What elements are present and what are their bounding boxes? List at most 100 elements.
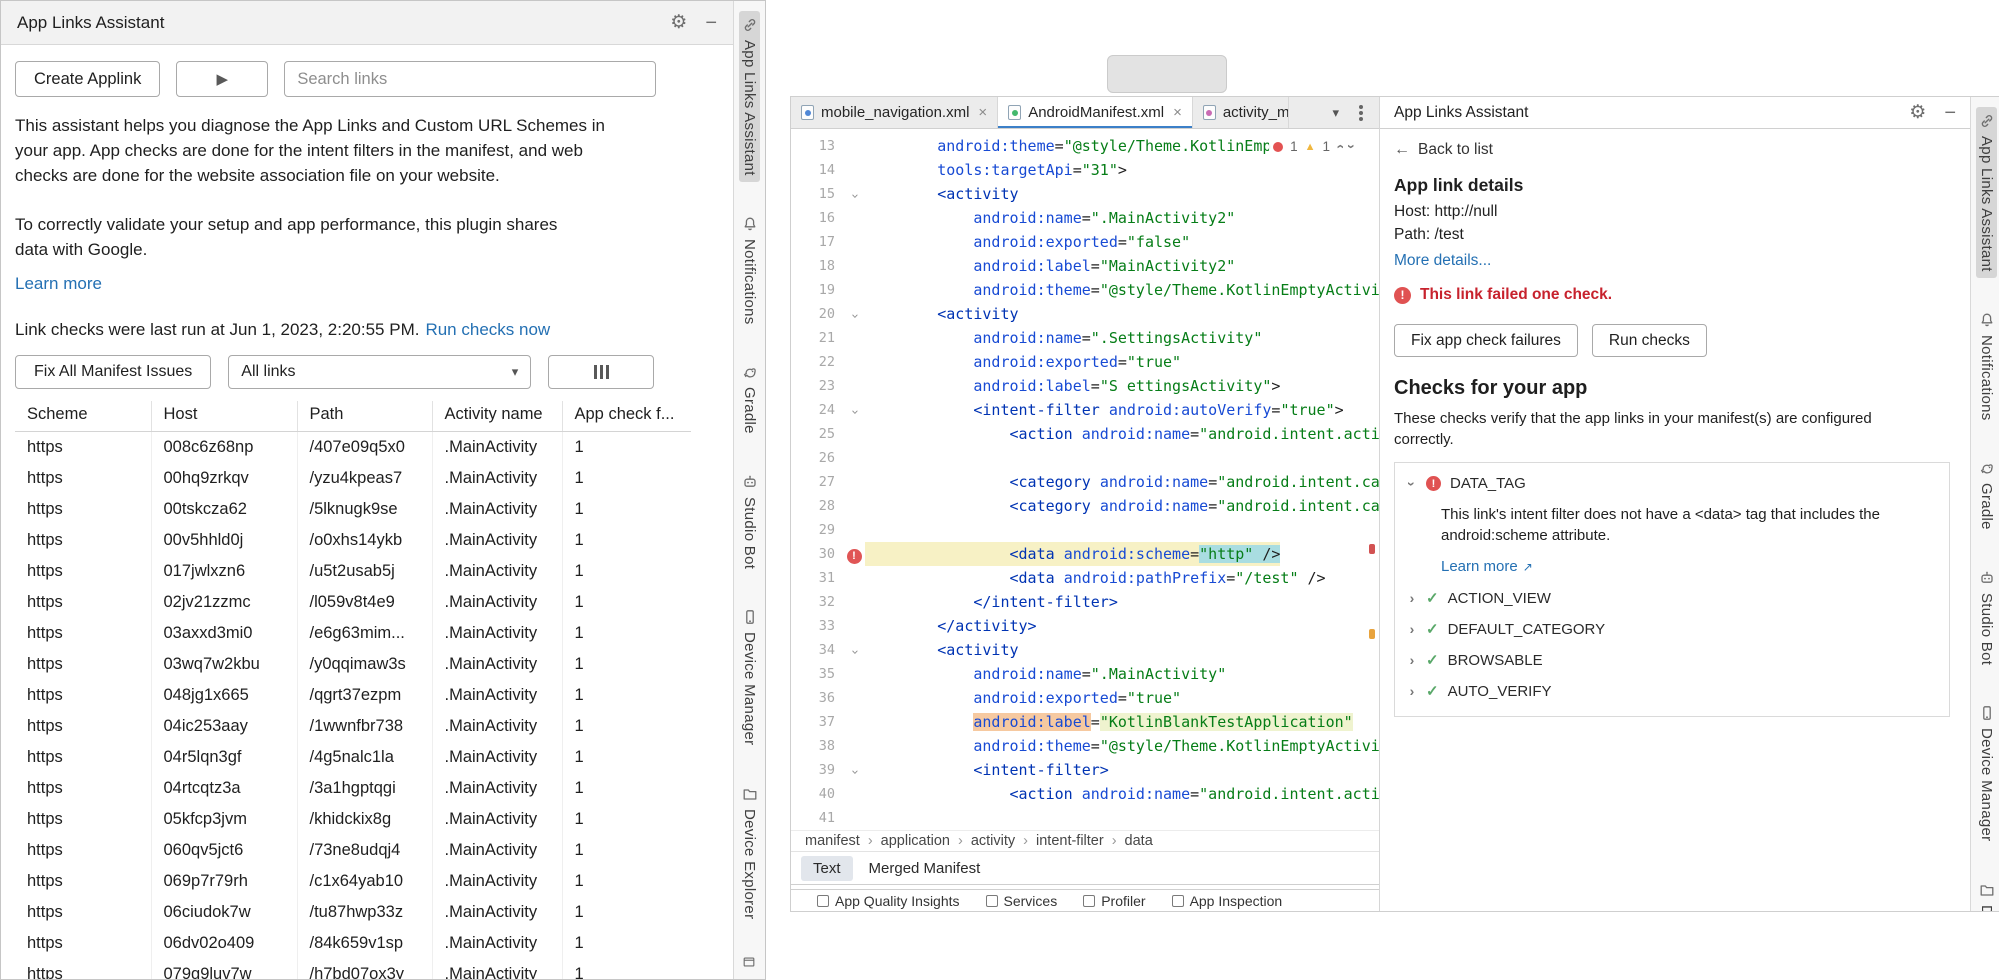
code-line[interactable]: 34› <activity <box>791 638 1379 662</box>
code-line[interactable]: 24› <intent-filter android:autoVerify="t… <box>791 398 1379 422</box>
check-item[interactable]: ›✓DEFAULT_CATEGORY <box>1407 620 1937 638</box>
links-filter-dropdown[interactable]: All links ▾ <box>228 355 531 389</box>
run-link-button[interactable]: ▶ <box>176 61 268 97</box>
fold-icon[interactable]: › <box>842 408 866 416</box>
breadcrumb-item[interactable]: intent-filter <box>1036 833 1104 849</box>
code-line[interactable]: 27 <category android:name="android.inten… <box>791 470 1379 494</box>
learn-more-link[interactable]: Learn more <box>15 274 102 294</box>
tool-strip-item[interactable]: Studio Bot <box>739 468 760 575</box>
panel-settings-gear-icon[interactable]: ⚙ <box>1909 103 1926 122</box>
table-row[interactable]: https06ciudok7w/tu87hwp33z.MainActivity1 <box>15 897 691 928</box>
table-row[interactable]: https04rtcqtz3a/3a1hgptqgi.MainActivity1 <box>15 773 691 804</box>
warning-stripe-mark[interactable] <box>1369 629 1375 639</box>
table-row[interactable]: https060qv5jct6/73ne8udqj4.MainActivity1 <box>15 835 691 866</box>
more-details-link[interactable]: More details... <box>1394 252 1491 270</box>
breadcrumb-item[interactable]: activity <box>971 833 1015 849</box>
code-line[interactable]: 29 <box>791 518 1379 542</box>
table-row[interactable]: https017jwlxzn6/u5t2usab5j.MainActivity1 <box>15 556 691 587</box>
code-line[interactable]: 16 android:name=".MainActivity2" <box>791 206 1379 230</box>
check-item[interactable]: ›✓AUTO_VERIFY <box>1407 682 1937 700</box>
data-tag-learn-more-link[interactable]: Learn more ↗ <box>1441 558 1533 575</box>
code-line[interactable]: 19 android:theme="@style/Theme.KotlinEmp… <box>791 278 1379 302</box>
fix-app-check-failures-button[interactable]: Fix app check failures <box>1394 324 1578 357</box>
code-line[interactable]: 36 android:exported="true" <box>791 686 1379 710</box>
back-to-list-link[interactable]: ← Back to list <box>1394 141 1956 159</box>
editor-mode-tab[interactable]: Merged Manifest <box>857 856 993 881</box>
breadcrumb-item[interactable]: data <box>1125 833 1153 849</box>
column-header[interactable]: Host <box>151 401 297 432</box>
search-links-input[interactable] <box>284 61 656 97</box>
table-row[interactable]: https069p7r79rh/c1x64yab10.MainActivity1 <box>15 866 691 897</box>
tool-strip-item[interactable]: Notifications <box>739 210 760 331</box>
check-item[interactable]: ›✓BROWSABLE <box>1407 651 1937 669</box>
tool-strip-item[interactable]: Notifications <box>1976 306 1997 427</box>
tool-strip-item[interactable]: Device Manager <box>739 603 760 751</box>
tool-window-button[interactable]: App Inspection <box>1172 893 1283 909</box>
tool-strip-item[interactable]: App Links Assistant <box>739 11 760 182</box>
tool-window-button[interactable]: Profiler <box>1083 893 1145 909</box>
code-line[interactable]: 35 android:name=".MainActivity" <box>791 662 1379 686</box>
column-options-button[interactable] <box>548 355 654 389</box>
code-line[interactable]: 17 android:exported="false" <box>791 230 1379 254</box>
code-line[interactable]: 41 <box>791 806 1379 830</box>
check-item[interactable]: ›✓ACTION_VIEW <box>1407 589 1937 607</box>
table-row[interactable]: https02jv21zzmc/l059v8t4e9.MainActivity1 <box>15 587 691 618</box>
fold-icon[interactable]: › <box>842 192 866 200</box>
code-editor[interactable]: 13 android:theme="@style/Theme.KotlinEmp… <box>791 129 1379 830</box>
table-row[interactable]: https04r5lqn3gf/4g5nalc1la.MainActivity1 <box>15 742 691 773</box>
error-stripe[interactable] <box>1367 129 1377 830</box>
code-line[interactable]: 20› <activity <box>791 302 1379 326</box>
code-line[interactable]: 14 tools:targetApi="31"> <box>791 158 1379 182</box>
tool-strip-item[interactable]: Gradle <box>739 358 760 440</box>
close-icon[interactable]: × <box>978 104 987 121</box>
next-issue-icon[interactable]: › <box>1343 144 1358 149</box>
table-row[interactable]: https048jg1x665/qgrt37ezpm.MainActivity1 <box>15 680 691 711</box>
code-line[interactable]: 39› <intent-filter> <box>791 758 1379 782</box>
table-row[interactable]: https05kfcp3jvm/khidckix8g.MainActivity1 <box>15 804 691 835</box>
table-row[interactable]: https06dv02o409/84k659v1sp.MainActivity1 <box>15 928 691 959</box>
code-line[interactable]: 15› <activity <box>791 182 1379 206</box>
code-line[interactable]: 23 android:label="S ettingsActivity"> <box>791 374 1379 398</box>
tool-strip-item[interactable]: Device Explorer <box>1976 876 1997 911</box>
error-stripe-mark[interactable] <box>1369 544 1375 554</box>
code-line[interactable]: 33 </activity> <box>791 614 1379 638</box>
column-header[interactable]: Activity name <box>432 401 562 432</box>
hidden-tabs-dropdown-icon[interactable]: ▾ <box>1332 105 1339 121</box>
editor-mode-tab[interactable]: Text <box>801 856 853 881</box>
inspections-widget[interactable]: 1 ▲1 › › <box>1269 137 1357 156</box>
tool-strip-item[interactable]: Device Manager <box>1976 699 1997 847</box>
code-line[interactable]: 30! <data android:scheme="http" /> <box>791 542 1379 566</box>
create-applink-button[interactable]: Create Applink <box>15 61 160 97</box>
code-line[interactable]: 21 android:name=".SettingsActivity" <box>791 326 1379 350</box>
code-line[interactable]: 38 android:theme="@style/Theme.KotlinEmp… <box>791 734 1379 758</box>
fold-icon[interactable]: › <box>842 312 866 320</box>
tool-strip-item[interactable]: Gradle <box>1976 454 1997 536</box>
column-header[interactable]: Scheme <box>15 401 151 432</box>
table-row[interactable]: https079g9luv7w/h7bd07ox3y.MainActivity1 <box>15 959 691 980</box>
fold-icon[interactable]: › <box>842 768 866 776</box>
breadcrumb-item[interactable]: application <box>881 833 950 849</box>
table-row[interactable]: https03wq7w2kbu/y0qqimaw3s.MainActivity1 <box>15 649 691 680</box>
tool-strip-item[interactable]: Studio Bot <box>1976 564 1997 671</box>
breadcrumb-item[interactable]: manifest <box>805 833 860 849</box>
table-row[interactable]: https00v5hhld0j/o0xhs14ykb.MainActivity1 <box>15 525 691 556</box>
settings-gear-icon[interactable]: ⚙ <box>670 13 687 32</box>
tool-window-button[interactable]: Services <box>986 893 1058 909</box>
code-line[interactable]: 22 android:exported="true" <box>791 350 1379 374</box>
run-checks-button[interactable]: Run checks <box>1592 324 1707 357</box>
panel-minimize-icon[interactable]: − <box>1944 103 1956 123</box>
code-line[interactable]: 32 </intent-filter> <box>791 590 1379 614</box>
table-row[interactable]: https04ic253aay/1wwnfbr738.MainActivity1 <box>15 711 691 742</box>
editor-tab[interactable]: activity_m <box>1193 97 1289 128</box>
run-checks-now-link[interactable]: Run checks now <box>425 320 550 340</box>
fix-all-manifest-issues-button[interactable]: Fix All Manifest Issues <box>15 355 211 389</box>
check-item-data-tag[interactable]: › ! DATA_TAG <box>1407 475 1937 492</box>
tool-strip-item[interactable]: App Links Assistant <box>1976 107 1997 278</box>
code-line[interactable]: 37 android:label="KotlinBlankTestApplica… <box>791 710 1379 734</box>
editor-tab[interactable]: mobile_navigation.xml× <box>791 97 998 128</box>
column-header[interactable]: Path <box>297 401 432 432</box>
minimize-icon[interactable]: − <box>705 13 717 33</box>
fold-icon[interactable]: › <box>842 648 866 656</box>
code-line[interactable]: 25 <action android:name="android.intent.… <box>791 422 1379 446</box>
window-layout-icon[interactable] <box>742 955 758 971</box>
